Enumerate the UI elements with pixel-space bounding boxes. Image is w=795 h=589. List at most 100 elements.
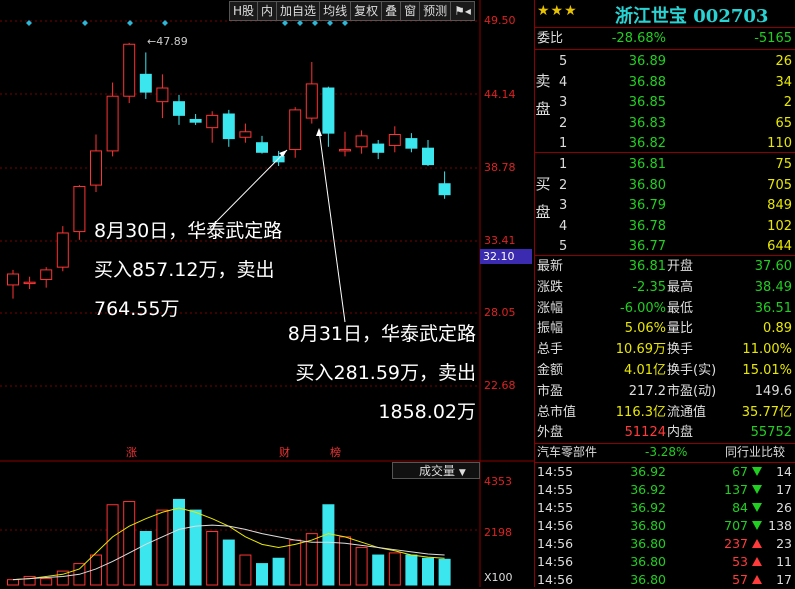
- toolbar-h-share[interactable]: H股: [229, 1, 259, 21]
- buy-level-row: 2 36.80 705: [535, 175, 795, 196]
- stat-label: 流通值: [667, 404, 707, 420]
- volume-tick: 2198: [484, 526, 512, 539]
- indicator-select[interactable]: 成交量 ▼: [392, 462, 480, 479]
- stat-row: 金额 4.01亿 换手(实) 15.01%: [535, 360, 795, 381]
- candle-body: [173, 101, 185, 116]
- annotation-arrow: [318, 129, 346, 323]
- toolbar-add-favorite[interactable]: 加自选: [277, 1, 321, 21]
- toolbar-predict[interactable]: 预测: [420, 1, 452, 21]
- tick-time: 14:56: [537, 572, 574, 587]
- tick-time: 14:56: [537, 554, 574, 569]
- level-volume: 34: [775, 74, 792, 90]
- arrow-down-icon: [752, 503, 762, 512]
- tick-volume: 53: [732, 554, 748, 569]
- chart-toolbar: H股 内 加自选 均线 复权 叠 窗 预测 ⚑◂: [229, 1, 475, 21]
- annotation-arrow: [209, 149, 288, 229]
- candle-body: [40, 269, 53, 280]
- candle-body: [23, 281, 36, 285]
- tick-volume: 84: [732, 500, 748, 515]
- level-price: 36.89: [628, 54, 666, 69]
- tick-price: 36.80: [630, 518, 666, 533]
- stat-value: 217.2: [628, 383, 666, 399]
- stat-value: -6.00%: [620, 300, 666, 316]
- event-marker[interactable]: 榜: [330, 444, 341, 460]
- level-price: 36.77: [628, 239, 666, 254]
- stat-label: 市盈: [537, 383, 564, 399]
- toolbar-inner[interactable]: 内: [258, 1, 278, 21]
- stat-value: 116.3亿: [615, 404, 666, 420]
- stat-value: 36.51: [754, 300, 792, 316]
- level-volume: 644: [767, 239, 792, 254]
- tick-volume: 57: [732, 572, 748, 587]
- toolbar-adjust[interactable]: 复权: [351, 1, 383, 21]
- toolbar-ma[interactable]: 均线: [320, 1, 352, 21]
- price-tick: 38.78: [484, 161, 516, 174]
- volume-bar: [222, 539, 235, 586]
- annotation-2-line: 8月31日，华泰武定路: [287, 323, 476, 345]
- level-number: 1: [559, 157, 568, 172]
- level-number: 2: [559, 177, 568, 193]
- annotation-2-line: 1858.02万: [378, 401, 476, 423]
- weibi-diff: -5165: [754, 31, 792, 46]
- sector-name[interactable]: 汽车零部件: [537, 443, 597, 462]
- volume-tick: 4353: [484, 475, 512, 488]
- candle-body: [73, 185, 86, 233]
- level-number: 5: [559, 54, 568, 69]
- level-price: 36.81: [628, 157, 666, 172]
- candle-body: [139, 73, 152, 93]
- arrow-up-icon: [752, 539, 762, 548]
- volume-bar: [173, 498, 185, 586]
- volume-bar: [289, 539, 302, 586]
- event-marker[interactable]: 财: [279, 444, 290, 460]
- sector-pct: -3.28%: [645, 445, 688, 459]
- level-price: 36.88: [628, 74, 666, 90]
- annotation-1-line: 买入857.12万，卖出: [94, 259, 275, 281]
- candle-body: [289, 109, 302, 151]
- stat-label: 总手: [537, 342, 564, 358]
- stat-label: 振幅: [537, 321, 564, 337]
- stat-label: 外盘: [537, 425, 564, 441]
- price-tick: 33.41: [484, 234, 516, 247]
- price-tick: 49.50: [484, 14, 516, 27]
- weibi-row: 委比 -28.68% -5165: [535, 28, 795, 49]
- stat-value: 0.89: [763, 321, 792, 337]
- volume-bar: [438, 558, 451, 586]
- candle-body: [106, 95, 119, 152]
- toolbar-overlay[interactable]: 叠: [382, 1, 402, 21]
- sell-level-row: 5 36.89 26: [535, 51, 795, 72]
- stat-label: 开盘: [667, 259, 694, 274]
- volume-bar: [40, 578, 53, 586]
- level-volume: 102: [767, 218, 792, 234]
- kline-chart[interactable]: H股 内 加自选 均线 复权 叠 窗 预测 ⚑◂ 49.50 44.14 38.…: [0, 0, 534, 587]
- tick-volume: 707: [724, 518, 748, 533]
- toolbar-window[interactable]: 窗: [401, 1, 421, 21]
- stat-value: 5.06%: [624, 321, 666, 337]
- annotation-2: 8月31日，华泰武定路 买入281.59万，卖出 1858.02万: [242, 322, 476, 424]
- level-number: 5: [559, 239, 568, 254]
- level-number: 3: [559, 95, 568, 110]
- quote-panel: ★★★ 浙江世宝 002703 委比 -28.68% -5165 卖盘 买盘 汽…: [534, 0, 795, 587]
- tick-time: 14:56: [537, 536, 574, 551]
- tick-price: 36.92: [630, 500, 666, 515]
- toolbar-flag-icon[interactable]: ⚑◂: [451, 1, 475, 21]
- candle-body: [405, 138, 418, 149]
- compare-button[interactable]: 同行业比较: [725, 443, 785, 462]
- tick-price: 36.80: [630, 536, 666, 551]
- buy-level-row: 1 36.81 75: [535, 154, 795, 175]
- volume-bar: [272, 557, 285, 586]
- stat-value: 4.01亿: [624, 363, 666, 378]
- candle-body: [7, 273, 19, 286]
- tick-row: 14:55 36.92 67 14: [535, 463, 795, 481]
- buy-level-row: 5 36.77 644: [535, 236, 795, 257]
- candle-body: [322, 87, 335, 134]
- price-tick: 28.05: [484, 306, 516, 319]
- annotation-1-line: 764.55万: [94, 298, 180, 320]
- level-volume: 26: [775, 54, 792, 69]
- event-marker[interactable]: 涨: [126, 444, 137, 460]
- tick-count: 138: [768, 518, 792, 533]
- tick-time: 14:55: [537, 482, 574, 497]
- stat-row: 外盘 51124 内盘 55752: [535, 422, 795, 443]
- arrow-down-icon: [752, 485, 762, 494]
- level-volume: 849: [767, 198, 792, 213]
- stat-label: 涨幅: [537, 300, 564, 316]
